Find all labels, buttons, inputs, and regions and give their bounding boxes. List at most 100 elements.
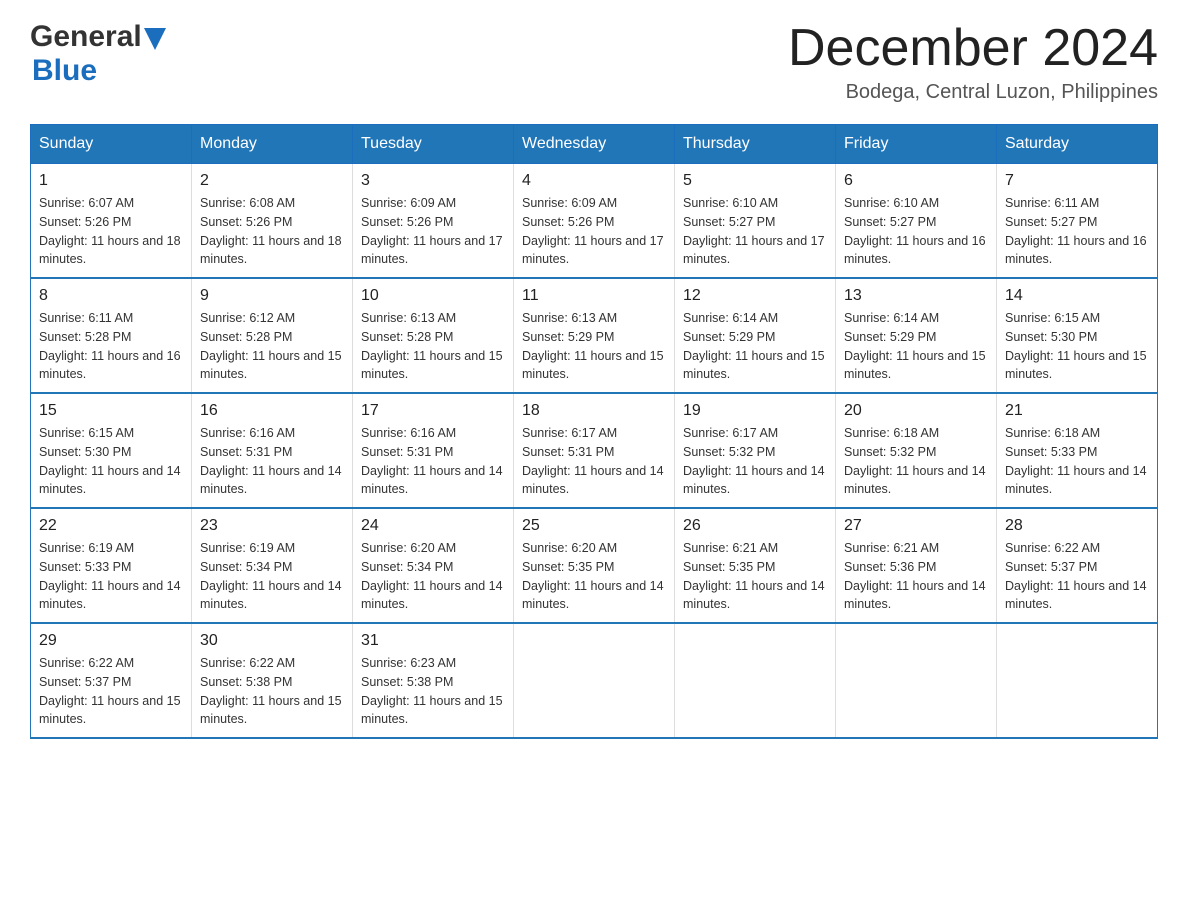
calendar-cell: 25 Sunrise: 6:20 AMSunset: 5:35 PMDayligh…: [514, 508, 675, 623]
calendar-cell: 14Sunrise: 6:15 AMSunset: 5:30 PMDayligh…: [997, 278, 1158, 393]
day-info: Sunrise: 6:20 AMSunset: 5:34 PMDaylight:…: [361, 539, 505, 614]
day-info: Sunrise: 6:22 AMSunset: 5:37 PMDaylight:…: [39, 654, 183, 729]
day-number: 12: [683, 287, 827, 305]
calendar-cell: 4 Sunrise: 6:09 AMSunset: 5:26 PMDaylight…: [514, 164, 675, 279]
calendar-cell: 7 Sunrise: 6:11 AMSunset: 5:27 PMDaylight…: [997, 164, 1158, 279]
day-number: 4: [522, 172, 666, 190]
col-thursday: Thursday: [675, 125, 836, 164]
calendar-cell: 17 Sunrise: 6:16 AMSunset: 5:31 PMDayligh…: [353, 393, 514, 508]
day-info: Sunrise: 6:14 AMSunset: 5:29 PMDaylight:…: [683, 309, 827, 384]
day-number: 13: [844, 287, 988, 305]
day-number: 30: [200, 632, 344, 650]
calendar-cell: 10 Sunrise: 6:13 AMSunset: 5:28 PMDayligh…: [353, 278, 514, 393]
calendar-cell: 3 Sunrise: 6:09 AMSunset: 5:26 PMDaylight…: [353, 164, 514, 279]
calendar-cell: [836, 623, 997, 738]
day-info: Sunrise: 6:17 AMSunset: 5:32 PMDaylight:…: [683, 424, 827, 499]
calendar-cell: [514, 623, 675, 738]
calendar-cell: 16 Sunrise: 6:16 AMSunset: 5:31 PMDayligh…: [192, 393, 353, 508]
calendar-cell: 27Sunrise: 6:21 AMSunset: 5:36 PMDayligh…: [836, 508, 997, 623]
calendar-cell: [997, 623, 1158, 738]
calendar-cell: 23Sunrise: 6:19 AMSunset: 5:34 PMDayligh…: [192, 508, 353, 623]
calendar-cell: 26 Sunrise: 6:21 AMSunset: 5:35 PMDayligh…: [675, 508, 836, 623]
calendar-cell: 28 Sunrise: 6:22 AMSunset: 5:37 PMDayligh…: [997, 508, 1158, 623]
day-info: Sunrise: 6:19 AMSunset: 5:33 PMDaylight:…: [39, 539, 183, 614]
day-number: 9: [200, 287, 344, 305]
calendar-cell: 2 Sunrise: 6:08 AMSunset: 5:26 PMDaylight…: [192, 164, 353, 279]
col-tuesday: Tuesday: [353, 125, 514, 164]
col-sunday: Sunday: [31, 125, 192, 164]
logo: General Blue: [30, 20, 166, 88]
calendar-cell: 12 Sunrise: 6:14 AMSunset: 5:29 PMDayligh…: [675, 278, 836, 393]
day-number: 3: [361, 172, 505, 190]
day-info: Sunrise: 6:21 AMSunset: 5:35 PMDaylight:…: [683, 539, 827, 614]
calendar-cell: 6Sunrise: 6:10 AMSunset: 5:27 PMDaylight…: [836, 164, 997, 279]
calendar-cell: 15Sunrise: 6:15 AMSunset: 5:30 PMDayligh…: [31, 393, 192, 508]
month-title: December 2024: [788, 20, 1158, 77]
header-row: Sunday Monday Tuesday Wednesday Thursday…: [31, 125, 1158, 164]
day-number: 10: [361, 287, 505, 305]
day-number: 29: [39, 632, 183, 650]
day-number: 26: [683, 517, 827, 535]
calendar-cell: 31 Sunrise: 6:23 AMSunset: 5:38 PMDayligh…: [353, 623, 514, 738]
day-info: Sunrise: 6:11 AMSunset: 5:27 PMDaylight:…: [1005, 194, 1149, 269]
day-info: Sunrise: 6:16 AMSunset: 5:31 PMDaylight:…: [361, 424, 505, 499]
calendar-header: Sunday Monday Tuesday Wednesday Thursday…: [31, 125, 1158, 164]
calendar-cell: 19Sunrise: 6:17 AMSunset: 5:32 PMDayligh…: [675, 393, 836, 508]
day-info: Sunrise: 6:18 AMSunset: 5:32 PMDaylight:…: [844, 424, 988, 499]
day-info: Sunrise: 6:08 AMSunset: 5:26 PMDaylight:…: [200, 194, 344, 269]
day-info: Sunrise: 6:22 AMSunset: 5:38 PMDaylight:…: [200, 654, 344, 729]
day-info: Sunrise: 6:23 AMSunset: 5:38 PMDaylight:…: [361, 654, 505, 729]
calendar-cell: [675, 623, 836, 738]
logo-blue-text: Blue: [32, 54, 97, 88]
col-wednesday: Wednesday: [514, 125, 675, 164]
calendar-cell: 8Sunrise: 6:11 AMSunset: 5:28 PMDaylight…: [31, 278, 192, 393]
day-number: 1: [39, 172, 183, 190]
title-section: December 2024 Bodega, Central Luzon, Phi…: [788, 20, 1158, 104]
calendar-body: 1 Sunrise: 6:07 AMSunset: 5:26 PMDaylight…: [31, 164, 1158, 739]
day-info: Sunrise: 6:16 AMSunset: 5:31 PMDaylight:…: [200, 424, 344, 499]
day-info: Sunrise: 6:19 AMSunset: 5:34 PMDaylight:…: [200, 539, 344, 614]
day-info: Sunrise: 6:17 AMSunset: 5:31 PMDaylight:…: [522, 424, 666, 499]
day-info: Sunrise: 6:13 AMSunset: 5:29 PMDaylight:…: [522, 309, 666, 384]
calendar-cell: 29 Sunrise: 6:22 AMSunset: 5:37 PMDayligh…: [31, 623, 192, 738]
day-number: 2: [200, 172, 344, 190]
day-info: Sunrise: 6:20 AMSunset: 5:35 PMDaylight:…: [522, 539, 666, 614]
day-info: Sunrise: 6:21 AMSunset: 5:36 PMDaylight:…: [844, 539, 988, 614]
day-info: Sunrise: 6:22 AMSunset: 5:37 PMDaylight:…: [1005, 539, 1149, 614]
calendar-week-row: 8Sunrise: 6:11 AMSunset: 5:28 PMDaylight…: [31, 278, 1158, 393]
day-number: 8: [39, 287, 183, 305]
calendar-week-row: 15Sunrise: 6:15 AMSunset: 5:30 PMDayligh…: [31, 393, 1158, 508]
day-info: Sunrise: 6:18 AMSunset: 5:33 PMDaylight:…: [1005, 424, 1149, 499]
day-info: Sunrise: 6:09 AMSunset: 5:26 PMDaylight:…: [522, 194, 666, 269]
day-number: 21: [1005, 402, 1149, 420]
day-number: 11: [522, 287, 666, 305]
day-number: 18: [522, 402, 666, 420]
day-number: 6: [844, 172, 988, 190]
day-info: Sunrise: 6:12 AMSunset: 5:28 PMDaylight:…: [200, 309, 344, 384]
calendar-cell: 1 Sunrise: 6:07 AMSunset: 5:26 PMDaylight…: [31, 164, 192, 279]
day-info: Sunrise: 6:13 AMSunset: 5:28 PMDaylight:…: [361, 309, 505, 384]
calendar-cell: 20 Sunrise: 6:18 AMSunset: 5:32 PMDayligh…: [836, 393, 997, 508]
day-number: 25: [522, 517, 666, 535]
calendar-cell: 30 Sunrise: 6:22 AMSunset: 5:38 PMDayligh…: [192, 623, 353, 738]
logo-triangle-icon: [144, 28, 166, 50]
calendar-cell: 11 Sunrise: 6:13 AMSunset: 5:29 PMDayligh…: [514, 278, 675, 393]
day-number: 17: [361, 402, 505, 420]
day-info: Sunrise: 6:07 AMSunset: 5:26 PMDaylight:…: [39, 194, 183, 269]
day-number: 7: [1005, 172, 1149, 190]
day-info: Sunrise: 6:09 AMSunset: 5:26 PMDaylight:…: [361, 194, 505, 269]
logo-general-text: General: [30, 20, 142, 54]
day-info: Sunrise: 6:10 AMSunset: 5:27 PMDaylight:…: [683, 194, 827, 269]
day-number: 16: [200, 402, 344, 420]
calendar-cell: 5 Sunrise: 6:10 AMSunset: 5:27 PMDaylight…: [675, 164, 836, 279]
day-info: Sunrise: 6:14 AMSunset: 5:29 PMDaylight:…: [844, 309, 988, 384]
calendar-cell: 9 Sunrise: 6:12 AMSunset: 5:28 PMDaylight…: [192, 278, 353, 393]
day-number: 20: [844, 402, 988, 420]
day-number: 5: [683, 172, 827, 190]
calendar-cell: 18 Sunrise: 6:17 AMSunset: 5:31 PMDayligh…: [514, 393, 675, 508]
location-subtitle: Bodega, Central Luzon, Philippines: [788, 81, 1158, 104]
day-number: 28: [1005, 517, 1149, 535]
calendar-cell: 22Sunrise: 6:19 AMSunset: 5:33 PMDayligh…: [31, 508, 192, 623]
day-number: 31: [361, 632, 505, 650]
col-monday: Monday: [192, 125, 353, 164]
